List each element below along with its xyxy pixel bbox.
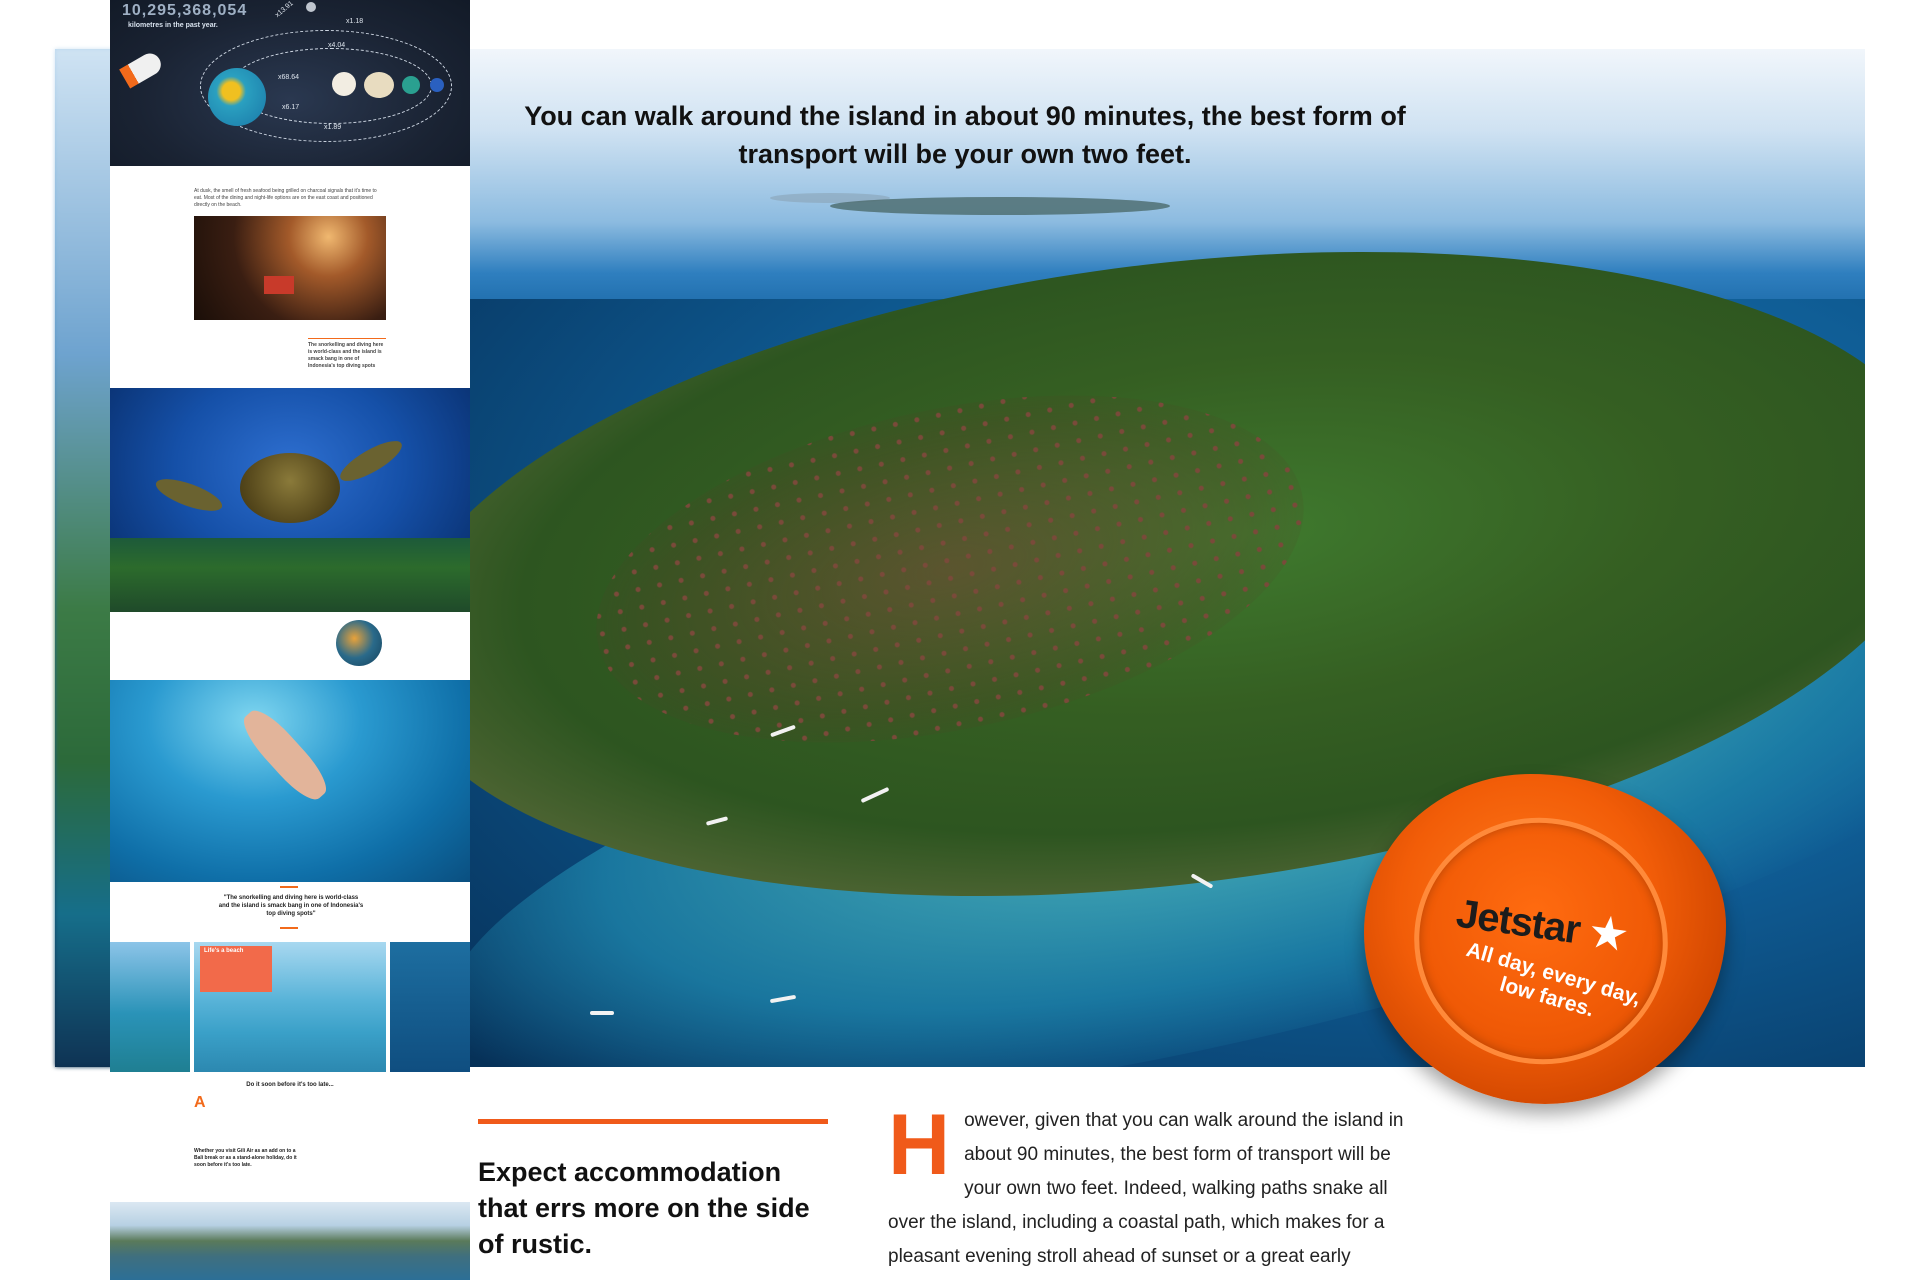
jetstar-seal[interactable]: Jetstar ★ All day, every day, low fares. xyxy=(1364,774,1726,1110)
mobile-article-preview[interactable]: 10,295,368,054 kilometres in the past ye… xyxy=(110,0,470,1280)
distant-island xyxy=(830,197,1170,215)
earth-icon xyxy=(208,68,266,126)
dinner-table xyxy=(264,276,294,294)
article-paragraph: At dusk, the smell of fresh seafood bein… xyxy=(194,188,377,208)
beach-image xyxy=(110,1202,470,1280)
multiplier-label: x13.91 xyxy=(274,0,295,19)
carousel-slide-current[interactable]: Life's a beach xyxy=(194,942,386,1072)
coral-reef xyxy=(110,538,470,612)
turtle-shell xyxy=(240,453,340,523)
star-icon: ★ xyxy=(1584,904,1633,962)
pull-quote-rule xyxy=(478,1119,828,1124)
section-heading: Do it soon before it's too late... xyxy=(246,1082,334,1088)
multiplier-label: x4.04 xyxy=(328,42,346,49)
quote-rule xyxy=(280,927,298,929)
pull-quote-text: "The snorkelling and diving here is worl… xyxy=(218,895,364,917)
beach-dinner-image xyxy=(194,216,386,320)
pull-quote-block: "The snorkelling and diving here is worl… xyxy=(110,882,470,942)
drop-cap: H xyxy=(888,1097,951,1193)
carousel-caption-title: Life's a beach xyxy=(204,948,244,954)
hero-caption: You can walk around the island in about … xyxy=(524,101,1406,169)
article-body: However, given that you can walk around … xyxy=(888,1097,1428,1274)
article-body-text: owever, given that you can walk around t… xyxy=(888,1110,1404,1267)
carousel-slide-next[interactable] xyxy=(390,942,470,1072)
pull-quote: Expect accommodation that errs more on t… xyxy=(478,1157,810,1259)
carousel-slide-prev[interactable] xyxy=(110,942,190,1072)
distance-number: 10,295,368,054 xyxy=(122,2,248,19)
drop-cap: A xyxy=(194,1094,206,1111)
moon-icon xyxy=(306,2,316,12)
multiplier-label: x68.64 xyxy=(278,74,300,81)
turtle-fin xyxy=(335,433,407,489)
image-carousel[interactable]: Life's a beach xyxy=(110,942,470,1072)
planet-icon xyxy=(364,72,394,98)
multiplier-label: x1.18 xyxy=(346,18,364,25)
planet-icon xyxy=(402,76,420,94)
infographic-space: 10,295,368,054 kilometres in the past ye… xyxy=(110,0,470,166)
distance-caption: kilometres in the past year. xyxy=(128,22,218,29)
quote-rule xyxy=(280,886,298,888)
article-section-diving xyxy=(110,612,470,680)
background-blur-left xyxy=(55,49,115,1067)
diving-thumbnail xyxy=(336,620,382,666)
article-pull-quote: The snorkelling and diving here is world… xyxy=(308,338,386,370)
article-section-dining: At dusk, the smell of fresh seafood bein… xyxy=(110,166,470,388)
sea-turtle-image xyxy=(110,388,470,612)
boat xyxy=(590,1011,614,1015)
multiplier-label: x6.17 xyxy=(282,104,300,111)
snorkeller-image xyxy=(110,680,470,882)
multiplier-label: x1.89 xyxy=(324,124,342,131)
article-section-conclusion: Do it soon before it's too late... A Whe… xyxy=(110,1072,470,1202)
planet-icon xyxy=(430,78,444,92)
snorkeller xyxy=(235,702,335,808)
conclusion-bold-text: Whether you visit Gili Air as an add on … xyxy=(194,1148,297,1168)
planet-icon xyxy=(332,72,356,96)
rocket-icon xyxy=(119,49,165,89)
turtle-fin xyxy=(152,472,226,518)
